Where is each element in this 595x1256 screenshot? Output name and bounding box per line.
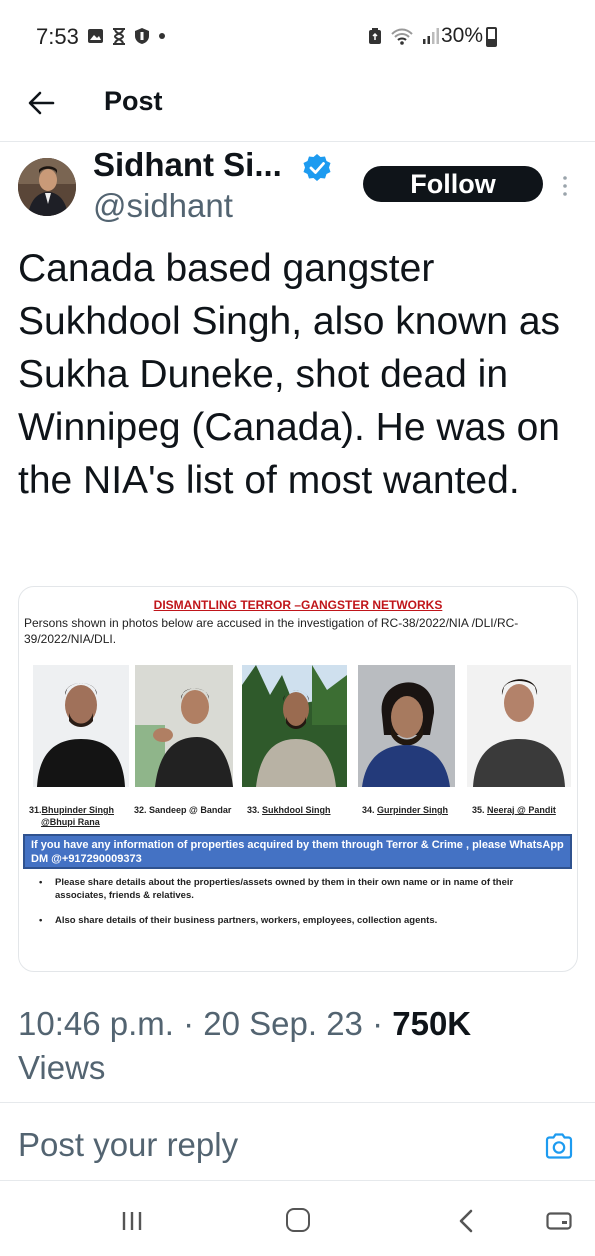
author-handle[interactable]: @sidhant [93,187,233,225]
post-header: Post [0,72,595,142]
camera-icon[interactable] [544,1132,574,1160]
dot-icon [159,33,165,39]
battery-icon [486,27,497,47]
tweet-text: Canada based gangster Sukhdool Singh, al… [18,247,561,502]
reply-input[interactable]: Post your reply [18,1126,238,1164]
hourglass-icon [113,27,125,45]
page-title: Post [104,86,163,116]
notice-title: DISMANTLING TERROR –GANGSTER NETWORKS [153,598,443,612]
person-photo-31 [33,665,129,787]
views-count: 750K [392,1005,472,1042]
status-right-icons [368,27,440,45]
nfc-icon [369,28,381,44]
avatar[interactable] [18,158,76,216]
views-label: Views [18,1049,106,1086]
follow-button[interactable]: Follow [363,166,543,202]
person-photo-35 [467,665,571,787]
home-icon[interactable] [286,1208,310,1232]
status-time: 7:53 [36,24,79,49]
post-time: 10:46 p.m. [18,1005,174,1042]
shield-icon [135,28,149,44]
person-caption-35: 35. Neeraj @ Pandit [472,805,556,815]
back-arrow-icon[interactable] [26,88,56,118]
author-name[interactable]: Sidhant Si... [93,146,282,184]
person-photo-33 [242,665,347,787]
person-caption-31: 31.Bhupinder Singh @Bhupi Rana [29,805,115,827]
recent-apps-icon[interactable] [120,1210,144,1232]
info-box: If you have any information of propertie… [23,834,572,869]
status-left-icons [87,27,166,45]
person-caption-32: 32. Sandeep @ Bandar [134,805,232,815]
person-caption-34: 34. Gurpinder Singh [362,805,449,815]
divider [0,1102,595,1103]
avatar-image [18,158,76,216]
wifi-icon [391,28,413,45]
divider [0,1180,595,1181]
person-photo-32 [135,665,233,787]
system-nav-bar [0,1190,595,1256]
post-date: 20 Sep. 23 [203,1005,363,1042]
media-card[interactable]: DISMANTLING TERROR –GANGSTER NETWORKS Pe… [18,586,578,972]
keyboard-icon[interactable] [546,1212,572,1230]
image-icon [88,29,103,43]
notice-subtitle: Persons shown in photos below are accuse… [24,616,519,646]
verified-badge-icon [303,154,331,181]
nav-back-icon[interactable] [456,1208,476,1234]
more-options-icon[interactable] [560,174,570,198]
post-meta: 10:46 p.m. · 20 Sep. 23 · 750K Views [18,1005,472,1086]
person-caption-33: 33. Sukhdool Singh [247,805,331,815]
signal-icon [423,28,439,44]
person-photo-34 [358,665,455,787]
battery-percent: 30% [441,24,484,47]
status-bar: 7:53 30% [0,0,595,72]
